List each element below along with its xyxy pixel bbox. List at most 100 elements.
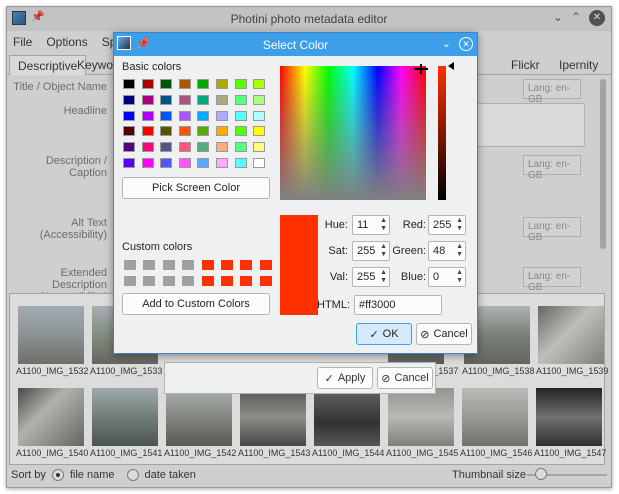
basic-color-swatch[interactable] xyxy=(216,79,228,89)
basic-color-swatch[interactable] xyxy=(178,110,191,121)
basic-color-swatch[interactable] xyxy=(141,79,154,89)
dialog-title: Select Color xyxy=(262,38,329,52)
basic-color-swatch[interactable] xyxy=(123,79,135,89)
basic-color-swatch[interactable] xyxy=(216,94,228,105)
basic-color-swatch[interactable] xyxy=(253,79,266,89)
basic-color-swatch[interactable] xyxy=(197,158,210,168)
basic-color-swatch[interactable] xyxy=(123,142,135,153)
basic-color-swatch[interactable] xyxy=(160,126,173,137)
custom-color-swatch[interactable] xyxy=(124,276,136,286)
custom-color-swatch[interactable] xyxy=(240,276,253,286)
cancel-icon: ⊘ xyxy=(381,372,391,385)
basic-color-swatch[interactable] xyxy=(141,94,154,105)
blue-label: Blue: xyxy=(400,271,426,283)
basic-color-swatch[interactable] xyxy=(216,110,228,121)
basic-color-swatch[interactable] xyxy=(160,110,173,121)
dialog-cancel-button[interactable]: ⊘ Cancel xyxy=(416,323,472,345)
ok-button[interactable]: ✓ OK xyxy=(356,323,412,345)
hue-label: Hue: xyxy=(324,219,348,231)
dialog-titlebar: 📌 Select Color ⌄ ✕ xyxy=(114,33,477,56)
basic-color-swatch[interactable] xyxy=(197,94,210,105)
basic-color-swatch[interactable] xyxy=(234,126,247,137)
custom-color-swatch[interactable] xyxy=(201,260,214,270)
check-icon: ✓ xyxy=(324,372,334,385)
custom-color-swatch[interactable] xyxy=(182,260,195,270)
green-label: Green: xyxy=(392,245,426,257)
basic-color-swatch[interactable] xyxy=(197,79,210,89)
basic-color-swatch[interactable] xyxy=(123,158,135,168)
html-label: HTML: xyxy=(317,299,350,311)
basic-color-swatch[interactable] xyxy=(178,126,191,137)
custom-color-swatch[interactable] xyxy=(221,260,233,270)
underlying-cancel-button[interactable]: ⊘ Cancel xyxy=(377,367,433,389)
custom-colors-label: Custom colors xyxy=(122,241,193,253)
basic-color-swatch[interactable] xyxy=(197,110,210,121)
basic-color-swatch[interactable] xyxy=(234,142,247,153)
basic-color-swatch[interactable] xyxy=(123,126,135,137)
dialog-minimize-icon[interactable]: ⌄ xyxy=(442,37,451,51)
basic-color-swatch[interactable] xyxy=(197,126,210,137)
add-custom-colors-button[interactable]: Add to Custom Colors xyxy=(122,293,270,315)
basic-color-swatch[interactable] xyxy=(234,94,247,105)
basic-color-swatch[interactable] xyxy=(160,158,173,168)
hue-spinbox[interactable]: 11 ▲ ▼ xyxy=(352,215,390,235)
sat-spinbox[interactable]: 255 ▲ ▼ xyxy=(352,241,390,261)
select-color-dialog: 📌 Select Color ⌄ ✕ Basic colors Pick Scr… xyxy=(113,32,478,354)
basic-color-swatch[interactable] xyxy=(253,158,266,168)
basic-color-swatch[interactable] xyxy=(141,126,154,137)
basic-color-swatch[interactable] xyxy=(253,142,266,153)
basic-color-swatch[interactable] xyxy=(178,94,191,105)
basic-color-swatch[interactable] xyxy=(253,110,266,121)
basic-color-swatch[interactable] xyxy=(253,126,266,137)
custom-color-swatch[interactable] xyxy=(143,276,156,286)
custom-color-swatch[interactable] xyxy=(124,260,136,270)
basic-color-swatch[interactable] xyxy=(160,94,173,105)
custom-color-swatch[interactable] xyxy=(201,276,214,286)
basic-color-swatch[interactable] xyxy=(216,142,228,153)
basic-color-swatch[interactable] xyxy=(141,110,154,121)
custom-color-swatch[interactable] xyxy=(143,260,156,270)
basic-color-swatch[interactable] xyxy=(253,94,266,105)
blue-spinbox[interactable]: 0 ▲ ▼ xyxy=(428,267,466,287)
current-color-preview xyxy=(280,215,318,315)
basic-color-swatch[interactable] xyxy=(141,158,154,168)
custom-color-swatch[interactable] xyxy=(182,276,195,286)
basic-color-swatch[interactable] xyxy=(141,142,154,153)
apply-button[interactable]: ✓ Apply xyxy=(317,367,373,389)
check-icon: ✓ xyxy=(369,328,379,341)
val-label: Val: xyxy=(329,271,348,283)
value-slider-arrow-icon[interactable] xyxy=(448,62,454,70)
basic-color-swatch[interactable] xyxy=(123,110,135,121)
basic-color-swatch[interactable] xyxy=(216,158,228,168)
basic-color-swatch[interactable] xyxy=(178,142,191,153)
value-slider[interactable] xyxy=(438,66,446,200)
basic-color-swatch[interactable] xyxy=(160,142,173,153)
val-spinbox[interactable]: 255 ▲ ▼ xyxy=(352,267,390,287)
red-spinbox[interactable]: 255 ▲ ▼ xyxy=(428,215,466,235)
custom-color-swatch[interactable] xyxy=(240,260,253,270)
basic-color-swatch[interactable] xyxy=(216,126,228,137)
underlying-dialog: ✓ Apply ⊘ Cancel xyxy=(164,362,436,394)
custom-color-swatch[interactable] xyxy=(221,276,233,286)
basic-color-swatch[interactable] xyxy=(234,110,247,121)
basic-color-swatch[interactable] xyxy=(123,94,135,105)
green-spinbox[interactable]: 48 ▲ ▼ xyxy=(428,241,466,261)
basic-color-swatch[interactable] xyxy=(234,79,247,89)
custom-color-swatch[interactable] xyxy=(259,260,272,270)
sat-label: Sat: xyxy=(328,245,348,257)
dialog-close-icon[interactable]: ✕ xyxy=(459,37,473,51)
custom-color-swatch[interactable] xyxy=(259,276,272,286)
pick-screen-color-button[interactable]: Pick Screen Color xyxy=(122,177,270,199)
basic-color-swatch[interactable] xyxy=(197,142,210,153)
basic-color-swatch[interactable] xyxy=(234,158,247,168)
hue-saturation-spectrum[interactable] xyxy=(280,66,426,200)
basic-color-swatch[interactable] xyxy=(178,158,191,168)
html-color-input[interactable]: #ff3000 xyxy=(354,295,442,315)
basic-colors-label: Basic colors xyxy=(122,61,182,73)
spectrum-crosshair-vertical xyxy=(420,64,422,74)
custom-color-swatch[interactable] xyxy=(162,276,175,286)
basic-color-swatch[interactable] xyxy=(160,79,173,89)
basic-color-swatch[interactable] xyxy=(178,79,191,89)
custom-color-swatch[interactable] xyxy=(162,260,175,270)
cancel-icon: ⊘ xyxy=(420,328,430,341)
